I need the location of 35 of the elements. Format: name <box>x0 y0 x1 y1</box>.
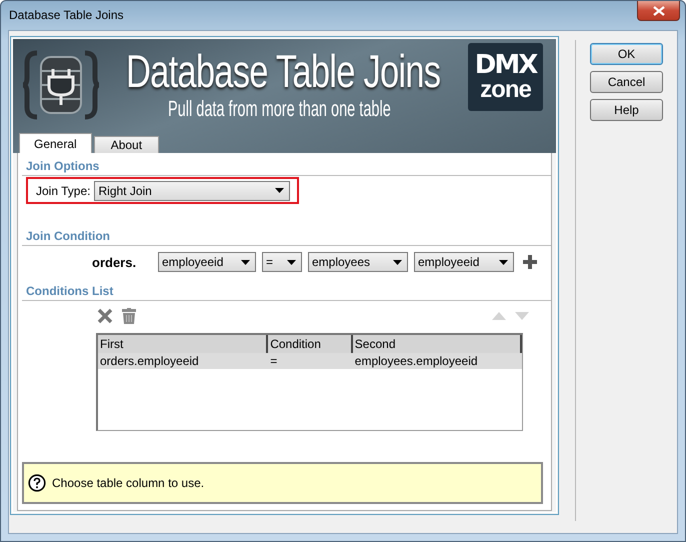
banner-title: Database Table Joins <box>126 45 440 97</box>
window-title: Database Table Joins <box>9 8 124 22</box>
caret-icon <box>287 260 296 264</box>
add-icon[interactable] <box>522 254 538 270</box>
field-label: Join Type: <box>36 184 90 198</box>
hint-text: Choose table column to use. <box>52 476 204 490</box>
delete-icon[interactable] <box>97 308 113 324</box>
dialog-button[interactable]: OK <box>590 43 663 65</box>
table-cell-text: orders.employeeid <box>99 353 200 369</box>
section-heading: Join Options <box>22 159 551 176</box>
caret-icon <box>393 260 402 264</box>
condition-dropdown[interactable]: employeeid <box>158 252 256 272</box>
condition-dropdown[interactable]: employeeid <box>414 252 514 272</box>
table-cell-text: employees.employeeid <box>354 353 479 369</box>
caret-icon <box>275 188 284 193</box>
dialog-button[interactable]: Help <box>590 99 663 121</box>
trash-icon[interactable] <box>122 308 136 324</box>
section-heading: Join Condition <box>22 229 551 246</box>
caret-icon <box>499 260 508 264</box>
tab[interactable]: General <box>19 133 92 153</box>
table-prefix: orders. <box>92 254 138 270</box>
close-icon <box>652 6 664 16</box>
tab[interactable]: About <box>94 136 160 153</box>
table-cell-text: = <box>269 353 278 369</box>
section-heading: Conditions List <box>22 284 551 301</box>
logo: DMX zone <box>468 43 543 111</box>
join-type-dropdown[interactable]: Right Join <box>94 180 290 200</box>
help-icon <box>28 474 46 492</box>
condition-dropdown[interactable]: employees <box>308 252 408 272</box>
caret-icon <box>241 260 250 264</box>
banner-subtitle: Pull data from more than one table <box>168 97 391 121</box>
close-button[interactable] <box>637 1 680 21</box>
dialog-button[interactable]: Cancel <box>590 71 663 93</box>
table-row[interactable]: orders.employeeid = employees.employeeid <box>98 353 522 369</box>
condition-dropdown[interactable]: = <box>262 252 302 272</box>
